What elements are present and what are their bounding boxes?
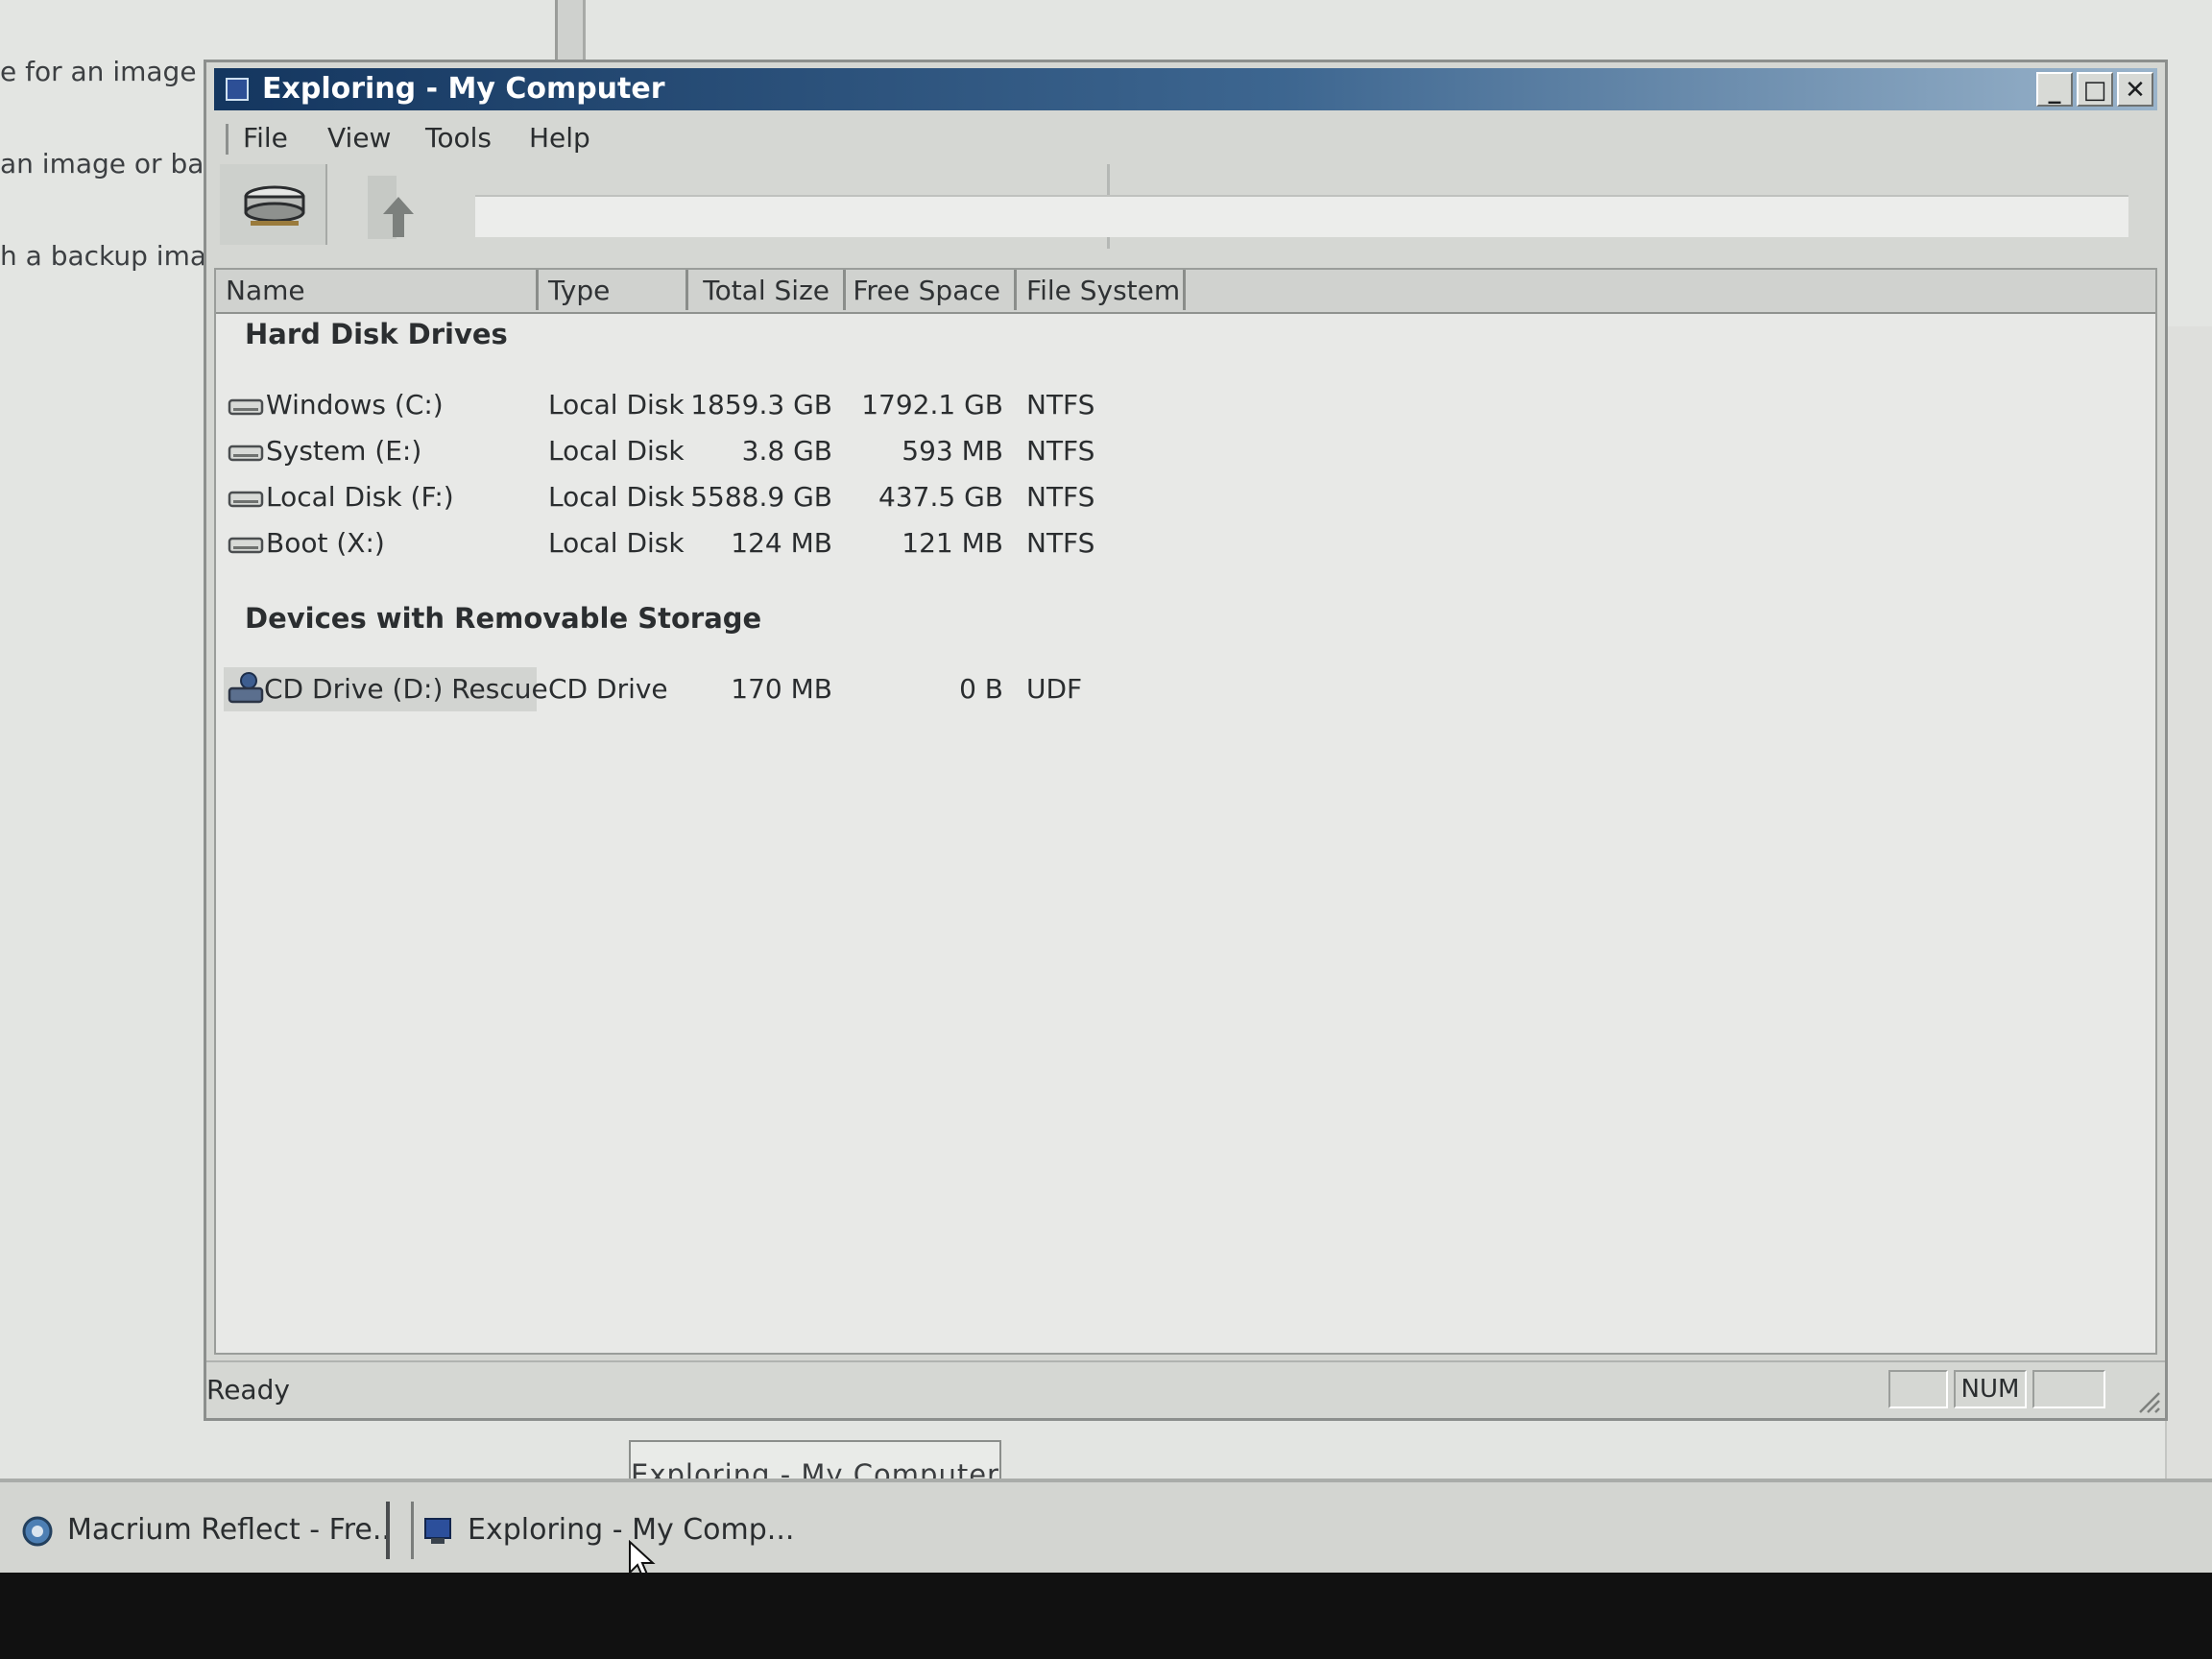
drive-free-space: 1792.1 GB [861,389,1003,421]
resize-grip-icon[interactable] [2136,1389,2161,1414]
status-pane-caps [1888,1370,1948,1408]
up-arrow-icon[interactable] [358,168,431,243]
menu-bar: File View Tools Help [214,116,2157,160]
explorer-app-icon [226,78,249,101]
drive-type: Local Disk [548,527,685,559]
group-removable-storage: Devices with Removable Storage [245,602,762,635]
status-pane-num: NUM [1954,1370,2027,1408]
drive-file-system: UDF [1026,673,1083,705]
title-bar[interactable]: Exploring - My Computer _ □ ✕ [214,68,2157,110]
background-text-line: an image or back [0,148,204,180]
hard-disk-icon [228,445,264,462]
list-item[interactable]: Windows (C:) Local Disk 1859.3 GB 1792.1… [216,383,2155,427]
menu-tools[interactable]: Tools [425,116,492,160]
explorer-icon [424,1518,451,1544]
drive-total-size: 170 MB [731,673,832,705]
drive-name: Boot (X:) [266,527,385,559]
drive-free-space: 593 MB [902,435,1003,467]
hard-disk-icon [228,491,264,508]
drive-total-size: 3.8 GB [741,435,832,467]
explorer-window: Exploring - My Computer _ □ ✕ File View … [204,60,2168,1421]
taskbar-button-explorer[interactable]: Exploring - My Comp... [411,1502,799,1559]
splitter[interactable] [555,0,586,63]
drive-name: System (E:) [266,435,422,467]
list-item[interactable]: CD Drive (D:) Rescue CD Drive 170 MB 0 B… [216,667,2155,711]
drive-name: Local Disk (F:) [266,481,454,513]
minimize-button[interactable]: _ [2036,72,2073,107]
menu-help[interactable]: Help [529,116,590,160]
drive-file-system: NTFS [1026,527,1095,559]
hard-disk-icon [228,537,264,554]
drive-type: Local Disk [548,481,685,513]
drive-file-system: NTFS [1026,481,1095,513]
drive-type: CD Drive [548,673,668,705]
drive-type: Local Disk [548,435,685,467]
list-item[interactable]: Local Disk (F:) Local Disk 5588.9 GB 437… [216,475,2155,519]
menu-file[interactable]: File [243,116,288,160]
status-text: Ready [206,1374,290,1406]
macrium-icon [22,1516,53,1547]
column-total-size[interactable]: Total Size [688,270,846,310]
column-free-space[interactable]: Free Space [846,270,1017,310]
status-bar: Ready NUM [206,1360,2165,1418]
taskbar-label: Macrium Reflect - Fre... [67,1513,390,1547]
drive-total-size: 1859.3 GB [690,389,832,421]
group-hard-disk-drives: Hard Disk Drives [245,318,508,350]
maximize-button[interactable]: □ [2077,72,2113,107]
drive-file-system: NTFS [1026,389,1095,421]
toolbar [214,164,2157,249]
drive-free-space: 0 B [959,673,1003,705]
drive-list[interactable]: Name Type Total Size Free Space File Sys… [214,268,2157,1355]
taskbar: Macrium Reflect - Fre... Exploring - My … [0,1479,2212,1576]
list-item[interactable]: System (E:) Local Disk 3.8 GB 593 MB NTF… [216,429,2155,473]
column-type[interactable]: Type [539,270,688,310]
close-button[interactable]: ✕ [2117,72,2153,107]
monitor-bezel [0,1573,2212,1659]
list-item[interactable]: Boot (X:) Local Disk 124 MB 121 MB NTFS [216,521,2155,565]
drive-free-space: 437.5 GB [878,481,1003,513]
taskbar-button-macrium[interactable]: Macrium Reflect - Fre... [13,1502,390,1559]
column-name[interactable]: Name [216,270,539,310]
drive-name: CD Drive (D:) Rescue [264,673,548,705]
background-text-line: e for an image or [0,56,204,87]
my-computer-button[interactable] [220,164,327,245]
cd-drive-icon [228,672,264,704]
menu-grip [226,124,228,155]
drive-total-size: 5588.9 GB [690,481,832,513]
hard-disk-icon [228,398,264,416]
drive-icon [244,185,305,226]
drive-type: Local Disk [548,389,685,421]
background-text-line: h a backup image [0,240,204,272]
column-file-system[interactable]: File System [1017,270,1186,310]
window-title: Exploring - My Computer [262,72,665,106]
drive-free-space: 121 MB [902,527,1003,559]
status-pane-scroll [2032,1370,2105,1408]
drive-total-size: 124 MB [731,527,832,559]
background-panel [2165,326,2212,1479]
drive-name: Windows (C:) [266,389,444,421]
column-header-row: Name Type Total Size Free Space File Sys… [216,270,2155,314]
menu-view[interactable]: View [327,116,391,160]
address-bar[interactable] [475,195,2128,237]
drive-file-system: NTFS [1026,435,1095,467]
